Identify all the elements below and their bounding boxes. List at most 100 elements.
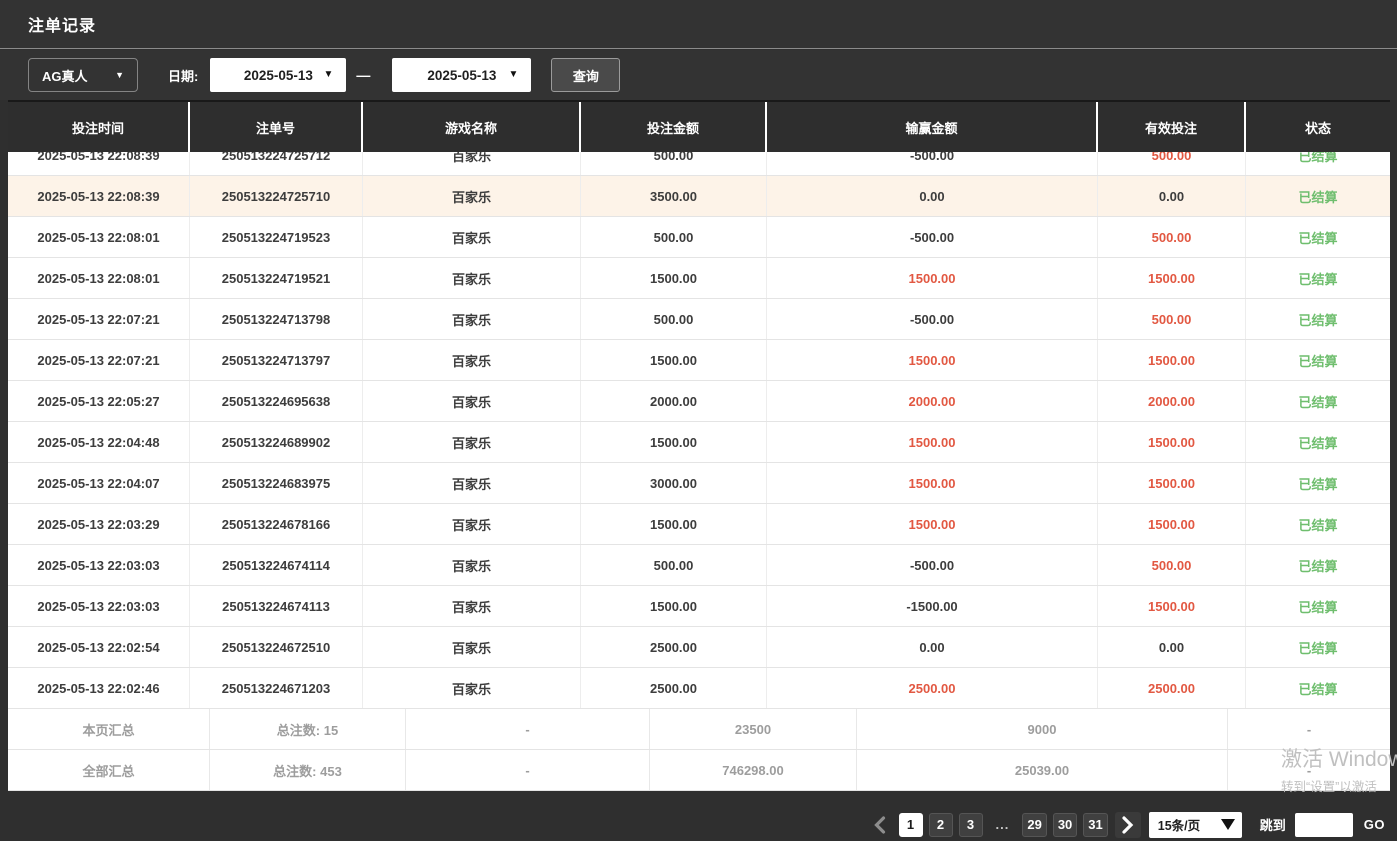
page-button-2[interactable]: 2	[929, 813, 953, 837]
summary-cell: 总注数: 15	[210, 709, 406, 749]
prev-page-button[interactable]	[873, 816, 886, 834]
filter-bar: AG真人 ▼ 日期: 2025-05-13 ▼ — 2025-05-13 ▼ 查…	[0, 50, 1397, 100]
summary-cell: -	[1228, 750, 1390, 790]
column-header: 注单号	[190, 102, 363, 152]
summary-cell: 总注数: 453	[210, 750, 406, 790]
bet-amount-cell: 500.00	[581, 152, 767, 175]
valid-bet-cell: 0.00	[1098, 176, 1246, 216]
page-button-1[interactable]: 1	[899, 813, 923, 837]
bet-id-cell: 250513224725710	[190, 176, 363, 216]
winloss-cell: 1500.00	[767, 340, 1098, 380]
bet-time-cell: 2025-05-13 22:04:48	[8, 422, 190, 462]
summary-cell: -	[406, 709, 650, 749]
bet-time-cell: 2025-05-13 22:07:21	[8, 340, 190, 380]
summary-cell: 9000	[857, 709, 1228, 749]
winloss-cell: -500.00	[767, 299, 1098, 339]
bet-time-cell: 2025-05-13 22:08:01	[8, 258, 190, 298]
bet-amount-cell: 500.00	[581, 545, 767, 585]
status-cell: 已结算	[1246, 627, 1390, 667]
game-name-cell: 百家乐	[363, 504, 581, 544]
bet-amount-cell: 1500.00	[581, 258, 767, 298]
bet-amount-cell: 1500.00	[581, 586, 767, 626]
game-name-cell: 百家乐	[363, 299, 581, 339]
bet-id-cell: 250513224678166	[190, 504, 363, 544]
status-cell: 已结算	[1246, 340, 1390, 380]
jump-to-input[interactable]	[1295, 813, 1353, 837]
status-cell: 已结算	[1246, 258, 1390, 298]
bet-amount-cell: 2500.00	[581, 627, 767, 667]
page-size-value: 15条/页	[1158, 815, 1200, 834]
bet-id-cell: 250513224719521	[190, 258, 363, 298]
status-cell: 已结算	[1246, 176, 1390, 216]
valid-bet-cell: 2000.00	[1098, 381, 1246, 421]
page-button-30[interactable]: 30	[1053, 813, 1077, 837]
status-cell: 已结算	[1246, 668, 1390, 708]
page-button-31[interactable]: 31	[1083, 813, 1107, 837]
table-row: 2025-05-13 22:02:46250513224671203百家乐250…	[8, 668, 1390, 709]
winloss-cell: 1500.00	[767, 258, 1098, 298]
bet-time-cell: 2025-05-13 22:03:29	[8, 504, 190, 544]
go-button[interactable]: GO	[1364, 817, 1385, 832]
bet-amount-cell: 1500.00	[581, 340, 767, 380]
page-size-select[interactable]: 15条/页	[1149, 812, 1242, 838]
date-label: 日期:	[168, 66, 198, 85]
title-bar: 注单记录	[0, 0, 1397, 49]
next-page-button[interactable]	[1115, 812, 1141, 838]
summary-cell: 746298.00	[650, 750, 857, 790]
table-row: 2025-05-13 22:03:29250513224678166百家乐 150…	[8, 504, 1390, 545]
valid-bet-cell: 1500.00	[1098, 258, 1246, 298]
game-name-cell: 百家乐	[363, 176, 581, 216]
bet-amount-cell: 2000.00	[581, 381, 767, 421]
summary-cell: 本页汇总	[8, 709, 210, 749]
summary-cell: 25039.00	[857, 750, 1228, 790]
valid-bet-cell: 2500.00	[1098, 668, 1246, 708]
query-button[interactable]: 查询	[551, 58, 620, 92]
status-cell: 已结算	[1246, 217, 1390, 257]
chevron-left-icon	[873, 816, 886, 834]
chevron-down-icon: ▼	[508, 69, 518, 80]
bet-id-cell: 250513224683975	[190, 463, 363, 503]
page-buttons: 123...293031	[896, 813, 1111, 837]
bet-time-cell: 2025-05-13 22:07:21	[8, 299, 190, 339]
valid-bet-cell: 1500.00	[1098, 504, 1246, 544]
date-from-value: 2025-05-13	[244, 68, 313, 83]
table-row: 2025-05-13 22:08:39250513224725712百家乐500…	[8, 152, 1390, 176]
valid-bet-cell: 1500.00	[1098, 463, 1246, 503]
bet-time-cell: 2025-05-13 22:08:39	[8, 152, 190, 175]
game-name-cell: 百家乐	[363, 545, 581, 585]
bet-amount-cell: 1500.00	[581, 422, 767, 462]
game-name-cell: 百家乐	[363, 627, 581, 667]
bet-id-cell: 250513224713798	[190, 299, 363, 339]
table-row: 2025-05-13 22:07:21250513224713798百家乐500…	[8, 299, 1390, 340]
summary-cell: -	[1228, 709, 1390, 749]
bet-id-cell: 250513224671203	[190, 668, 363, 708]
bet-amount-cell: 500.00	[581, 299, 767, 339]
date-to-select[interactable]: 2025-05-13 ▼	[392, 58, 531, 92]
date-from-select[interactable]: 2025-05-13 ▼	[210, 58, 346, 92]
winloss-cell: 2000.00	[767, 381, 1098, 421]
table-row: 2025-05-13 22:02:54250513224672510百家乐250…	[8, 627, 1390, 668]
game-name-cell: 百家乐	[363, 381, 581, 421]
winloss-cell: -1500.00	[767, 586, 1098, 626]
column-header: 游戏名称	[363, 102, 581, 152]
platform-select[interactable]: AG真人 ▼	[28, 58, 138, 92]
valid-bet-cell: 500.00	[1098, 152, 1246, 175]
bet-id-cell: 250513224725712	[190, 152, 363, 175]
status-cell: 已结算	[1246, 463, 1390, 503]
game-name-cell: 百家乐	[363, 463, 581, 503]
game-name-cell: 百家乐	[363, 258, 581, 298]
pagination-bar: 123...293031 15条/页 跳到 GO	[0, 808, 1397, 841]
column-header: 投注金额	[581, 102, 767, 152]
valid-bet-cell: 1500.00	[1098, 422, 1246, 462]
winloss-cell: 1500.00	[767, 504, 1098, 544]
page-button-29[interactable]: 29	[1022, 813, 1046, 837]
winloss-cell: 0.00	[767, 176, 1098, 216]
table-row: 2025-05-13 22:03:03250513224674113百家乐150…	[8, 586, 1390, 627]
valid-bet-cell: 500.00	[1098, 299, 1246, 339]
page-button-3[interactable]: 3	[959, 813, 983, 837]
chevron-right-icon	[1121, 816, 1134, 834]
summary-table: 本页汇总总注数: 15-235009000-全部汇总总注数: 453-74629…	[8, 709, 1390, 791]
status-cell: 已结算	[1246, 545, 1390, 585]
clipped-table-row: 2025-05-13 22:08:39250513224725712百家乐500…	[8, 152, 1390, 176]
winloss-cell: -500.00	[767, 152, 1098, 175]
